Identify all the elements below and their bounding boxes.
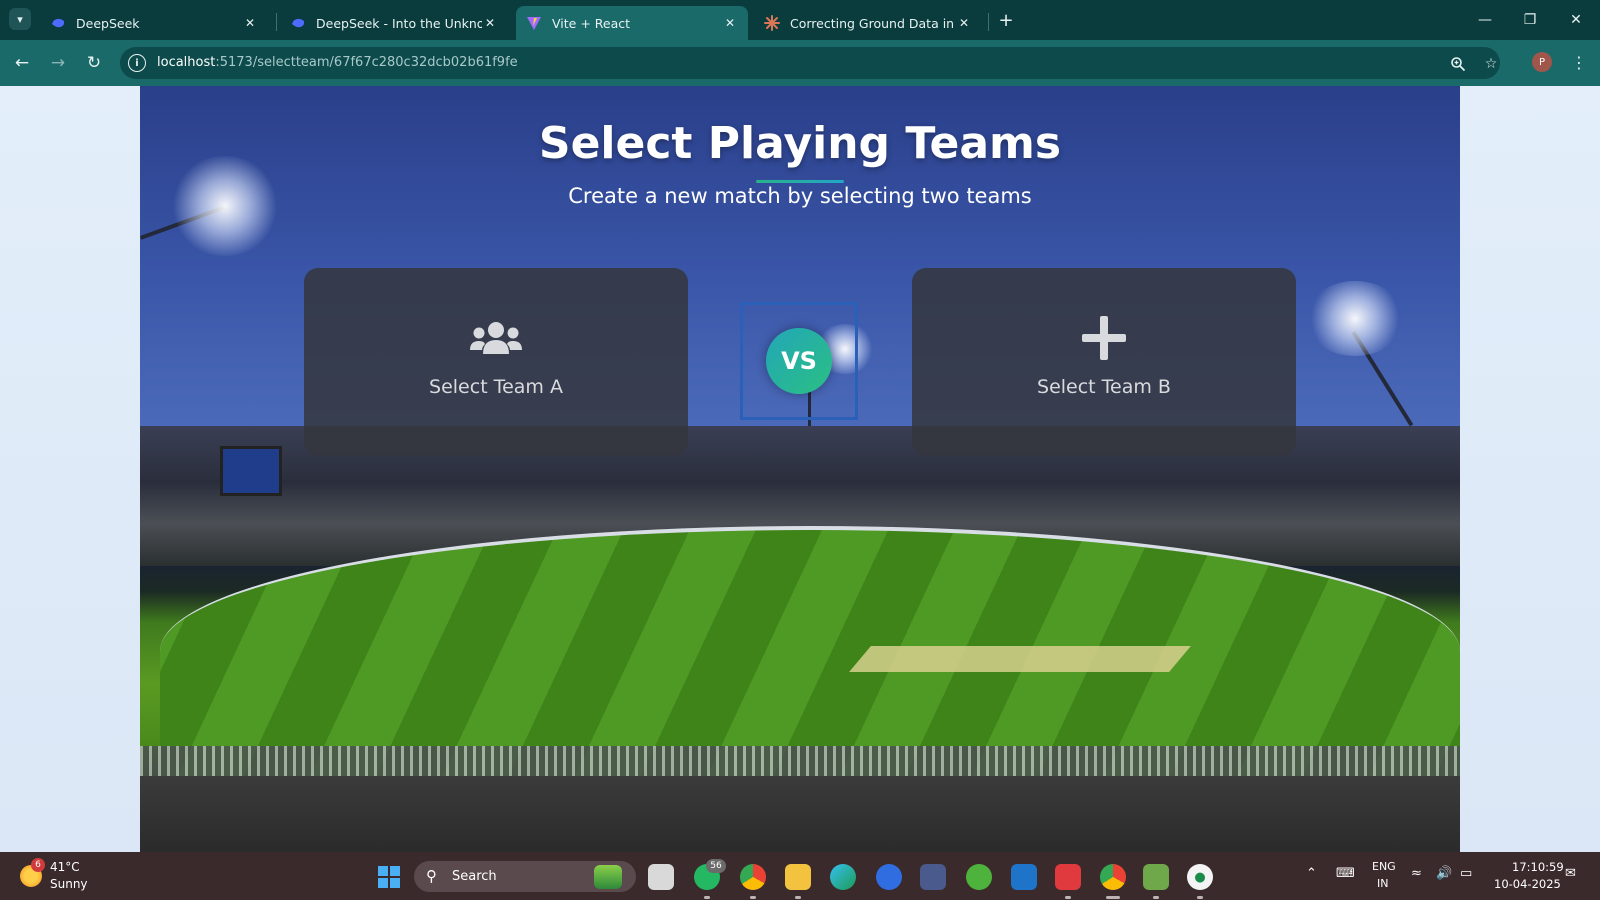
boundary-fence	[140, 746, 1460, 776]
page-viewport: Select Playing Teams Create a new match …	[0, 86, 1600, 852]
window-close-button[interactable]: ✕	[1561, 8, 1591, 32]
windows-start-icon[interactable]	[378, 866, 400, 888]
active-indicator	[1106, 896, 1120, 899]
chrome-icon[interactable]	[740, 864, 766, 890]
search-label: Search	[452, 869, 497, 884]
team-a-label: Select Team A	[429, 376, 563, 398]
running-indicator	[1197, 896, 1203, 899]
vscode-icon[interactable]	[1011, 864, 1037, 890]
tab-title: Vite + React	[552, 15, 631, 31]
select-team-a-card[interactable]: Select Team A	[304, 268, 688, 456]
page-title: Select Playing Teams	[538, 118, 1062, 169]
taskbar-search[interactable]: ⚲ Search	[414, 861, 636, 892]
site-info-icon[interactable]: i	[128, 54, 146, 72]
running-indicator	[704, 896, 710, 899]
reload-icon[interactable]: ↻	[81, 50, 107, 76]
bookmark-star-icon[interactable]: ☆	[1480, 53, 1502, 75]
back-arrow-icon[interactable]: ←	[9, 50, 35, 76]
wifi-icon[interactable]: ≈	[1411, 866, 1422, 881]
weather-badge: 6	[31, 858, 45, 872]
app-red-icon[interactable]	[1055, 864, 1081, 890]
vite-logo-icon	[526, 15, 542, 31]
title-underline	[756, 180, 844, 183]
notification-bell-icon[interactable]: ✉	[1565, 866, 1576, 881]
tab-title: DeepSeek	[76, 15, 140, 31]
editor-icon[interactable]	[1143, 864, 1169, 890]
select-team-b-card[interactable]: Select Team B	[912, 268, 1296, 456]
minimize-button[interactable]: —	[1470, 8, 1500, 32]
tab-divider	[988, 13, 989, 31]
tab-deepseek[interactable]: DeepSeek ✕	[40, 6, 268, 40]
battery-icon[interactable]: ▭	[1460, 866, 1472, 881]
running-indicator	[795, 896, 801, 899]
app-window-icon[interactable]	[920, 864, 946, 890]
tab-strip: ▾ DeepSeek ✕ DeepSeek - Into the Unknown…	[0, 0, 1600, 40]
plus-icon	[1082, 316, 1126, 360]
team-b-label: Select Team B	[1037, 376, 1171, 398]
whatsapp-badge: 56	[706, 859, 726, 873]
claude-starburst-icon	[764, 15, 780, 31]
front-crowd	[140, 776, 1460, 852]
close-icon[interactable]: ✕	[242, 15, 258, 31]
cricket-pitch	[849, 646, 1191, 672]
weather-temperature[interactable]: 41°C	[50, 860, 80, 874]
stadium-background: Select Playing Teams Create a new match …	[140, 86, 1460, 852]
spring-icon[interactable]	[966, 864, 992, 890]
mongodb-icon[interactable]: ●	[1187, 864, 1213, 890]
clock-date[interactable]: 10-04-2025	[1494, 877, 1561, 891]
close-icon[interactable]: ✕	[956, 15, 972, 31]
keyboard-icon[interactable]: ⌨	[1336, 866, 1355, 881]
deepseek-whale-icon	[290, 15, 306, 31]
deepseek-whale-icon	[50, 15, 66, 31]
users-group-icon	[470, 318, 522, 358]
tab-divider	[276, 13, 277, 31]
tab-vite-react[interactable]: Vite + React ✕	[516, 6, 748, 40]
running-indicator	[1065, 896, 1071, 899]
app-icon[interactable]	[876, 864, 902, 890]
tab-search-button[interactable]: ▾	[9, 8, 31, 30]
browser-toolbar: ← → ↻ i localhost:5173/selectteam/67f67c…	[0, 40, 1600, 86]
tab-deepseek-into-the-unknown[interactable]: DeepSeek - Into the Unknown ✕	[280, 6, 508, 40]
clock-time[interactable]: 17:10:59	[1512, 860, 1564, 874]
restore-button[interactable]: ❐	[1515, 8, 1545, 32]
weather-condition[interactable]: Sunny	[50, 877, 88, 891]
tab-correcting-ground-data[interactable]: Correcting Ground Data in Cricl ✕	[754, 6, 982, 40]
chevron-up-icon[interactable]: ⌃	[1306, 866, 1317, 881]
language-indicator[interactable]: ENG	[1372, 860, 1396, 873]
page-subtitle: Create a new match by selecting two team…	[568, 184, 1032, 208]
zoom-icon[interactable]	[1447, 53, 1469, 75]
running-indicator	[1153, 896, 1159, 899]
windows-taskbar: 6 41°C Sunny ⚲ Search 56 ● ⌃ ⌨ ENG IN ≈ …	[0, 852, 1600, 900]
file-explorer-icon[interactable]	[785, 864, 811, 890]
search-icon: ⚲	[426, 867, 437, 885]
search-highlight-icon	[594, 865, 622, 889]
profile-avatar[interactable]: P	[1532, 52, 1552, 72]
forward-arrow-icon[interactable]: →	[45, 50, 71, 76]
more-menu-icon[interactable]: ⋮	[1568, 51, 1590, 73]
floodlight	[1305, 281, 1405, 356]
tab-title: DeepSeek - Into the Unknown	[316, 15, 482, 31]
volume-icon[interactable]: 🔊	[1436, 866, 1452, 881]
tab-title: Correcting Ground Data in Cricl	[790, 15, 956, 31]
close-icon[interactable]: ✕	[722, 15, 738, 31]
task-view-icon[interactable]	[648, 864, 674, 890]
new-tab-button[interactable]: +	[995, 9, 1017, 31]
address-bar[interactable]: i localhost:5173/selectteam/67f67c280c32…	[120, 47, 1500, 79]
running-indicator	[750, 896, 756, 899]
vs-badge: VS	[766, 328, 832, 394]
chrome-profile-icon[interactable]	[1100, 864, 1126, 890]
edge-icon[interactable]	[830, 864, 856, 890]
url-text[interactable]: localhost:5173/selectteam/67f67c280c32dc…	[157, 55, 518, 70]
region-indicator[interactable]: IN	[1377, 877, 1388, 890]
close-icon[interactable]: ✕	[482, 15, 498, 31]
scoreboard	[220, 446, 282, 496]
